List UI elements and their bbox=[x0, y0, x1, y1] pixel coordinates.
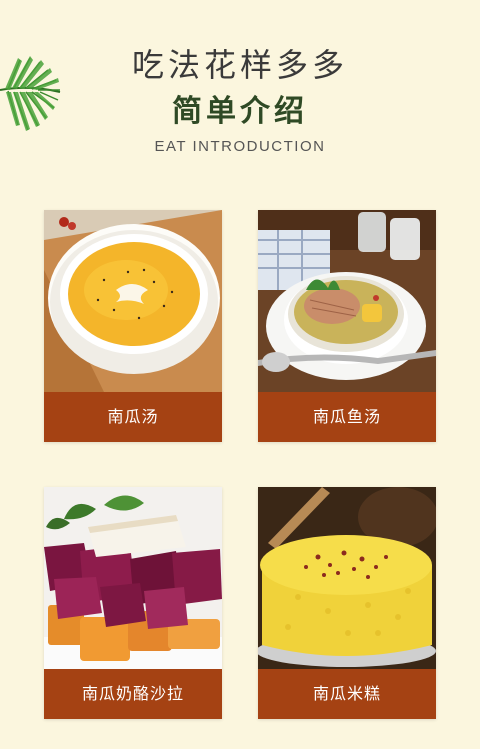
dish-card-pumpkin-rice-cake[interactable]: 南瓜米糕 bbox=[258, 487, 436, 719]
page-title: 吃法花样多多 bbox=[131, 46, 348, 84]
dish-card-pumpkin-cheese-salad[interactable]: 南瓜奶酪沙拉 bbox=[44, 487, 222, 719]
pumpkin-fish-soup-photo bbox=[258, 210, 436, 392]
page-subtitle-english: EAT INTRODUCTION bbox=[154, 138, 326, 155]
pumpkin-cheese-salad-photo bbox=[44, 487, 222, 669]
dish-card-pumpkin-soup[interactable]: 南瓜汤 bbox=[44, 210, 222, 442]
dish-label: 南瓜汤 bbox=[44, 392, 222, 442]
page-subtitle: 简单介绍 bbox=[172, 94, 308, 129]
dish-label: 南瓜奶酪沙拉 bbox=[44, 669, 222, 719]
pumpkin-rice-cake-photo bbox=[258, 487, 436, 669]
dish-label: 南瓜米糕 bbox=[258, 669, 436, 719]
pumpkin-soup-photo bbox=[44, 210, 222, 392]
dish-label: 南瓜鱼汤 bbox=[258, 392, 436, 442]
dish-card-pumpkin-fish-soup[interactable]: 南瓜鱼汤 bbox=[258, 210, 436, 442]
